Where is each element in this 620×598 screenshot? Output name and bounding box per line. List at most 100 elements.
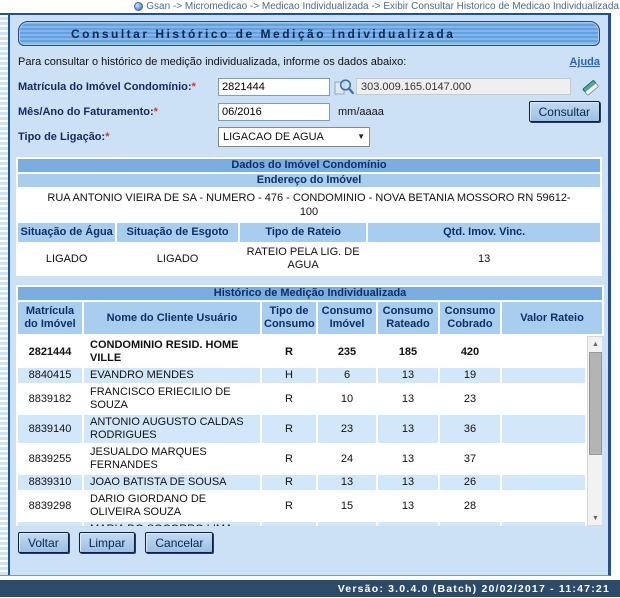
- historico-cell: FRANCISCO ERIECILIO DE SOUZA: [83, 384, 261, 414]
- historico-cell: 8839298: [17, 491, 83, 521]
- historico-cell: R: [261, 384, 317, 414]
- consultar-button[interactable]: Consultar: [529, 101, 600, 122]
- matricula-label: Matrícula do Imóvel Condomínio:*: [18, 81, 218, 93]
- historico-cell: 8839140: [17, 414, 83, 444]
- historico-cell: 10: [317, 384, 377, 414]
- page-title-bar: Consultar Histórico de Medição Individua…: [18, 21, 600, 46]
- col-consumo-imovel: Consumo Imóvel: [317, 301, 377, 335]
- historico-cell: 24: [317, 444, 377, 474]
- cancelar-button[interactable]: Cancelar: [145, 532, 213, 553]
- main-frame: Consultar Histórico de Medição Individua…: [0, 13, 611, 576]
- page-title: Consultar Histórico de Medição Individua…: [19, 27, 455, 41]
- col-qtd-imov-vinc: Qtd. Imov. Vinc.: [367, 222, 601, 243]
- col-tipo-rateio: Tipo de Rateio: [239, 222, 367, 243]
- historico-row: 2821444CONDOMINIO RESID. HOME VILLER2351…: [17, 337, 586, 367]
- historico-cell: 8839182: [17, 384, 83, 414]
- historico-cell: 23: [439, 384, 501, 414]
- historico-cell: R: [261, 414, 317, 444]
- historico-row: 8840296MARIA DO SOCORRO LIMA COSTAR19133…: [17, 521, 586, 526]
- version-text: Versão: 3.0.4.0 (Batch) 20/02/2017 - 11:…: [338, 583, 610, 595]
- historico-cell: 13: [377, 384, 439, 414]
- historico-cell: R: [261, 521, 317, 526]
- tipo-ligacao-select[interactable]: LIGACAO DE AGUA ▼: [218, 127, 370, 147]
- historico-cell: 13: [377, 521, 439, 526]
- historico-cell: 13: [317, 474, 377, 491]
- search-form: Matrícula do Imóvel Condomínio:* 303.009…: [16, 74, 602, 149]
- historico-cell: 8840296: [17, 521, 83, 526]
- historico-tbody: 2821444CONDOMINIO RESID. HOME VILLER2351…: [17, 337, 586, 526]
- inscricao-field: 303.009.165.0147.000: [356, 78, 571, 95]
- historico-row: 8839255JESUALDO MARQUES FERNANDESR241337: [17, 444, 586, 474]
- historico-cell: 8839310: [17, 474, 83, 491]
- action-buttons: Voltar Limpar Cancelar: [18, 532, 600, 553]
- historico-cell: MARIA DO SOCORRO LIMA COSTA: [83, 521, 261, 526]
- historico-cell: [501, 521, 586, 526]
- search-magnifier-icon[interactable]: [334, 78, 354, 96]
- historico-cell: 19: [317, 521, 377, 526]
- historico-cell: 13: [377, 491, 439, 521]
- historico-row: 8839140ANTONIO AUGUSTO CALDAS RODRIGUESR…: [17, 414, 586, 444]
- historico-header-table: Histórico de Medição Individualizada Mat…: [16, 285, 604, 336]
- dados-imovel-table: Dados do Imóvel Condomínio Endereço do I…: [16, 157, 602, 276]
- matricula-input[interactable]: [218, 78, 330, 96]
- historico-cell: JESUALDO MARQUES FERNANDES: [83, 444, 261, 474]
- historico-cell: 32: [439, 521, 501, 526]
- historico-cell: 28: [439, 491, 501, 521]
- gsan-ball-icon: [134, 2, 143, 11]
- historico-cell: 13: [377, 367, 439, 384]
- endereco-header: Endereço do Imóvel: [17, 173, 601, 188]
- historico-cell: R: [261, 337, 317, 367]
- voltar-button[interactable]: Voltar: [18, 532, 69, 553]
- historico-cell: 13: [377, 444, 439, 474]
- vertical-scrollbar[interactable]: ▲ ▼: [587, 336, 602, 526]
- breadcrumb-text[interactable]: Gsan -> Micromedicao -> Medicao Individu…: [146, 1, 619, 12]
- historico-cell: R: [261, 491, 317, 521]
- situacao-agua-value: LIGADO: [17, 243, 116, 275]
- ajuda-link[interactable]: Ajuda: [569, 56, 600, 68]
- historico-cell: 420: [439, 337, 501, 367]
- required-mark: *: [154, 106, 158, 118]
- eraser-icon[interactable]: [580, 78, 600, 96]
- historico-cell: EVANDRO MENDES: [83, 367, 261, 384]
- chevron-down-icon: ▼: [357, 132, 365, 141]
- qtd-imov-vinc-value: 13: [367, 243, 601, 275]
- historico-cell: 235: [317, 337, 377, 367]
- mes-ano-format-hint: mm/aaaa: [338, 106, 384, 118]
- historico-cell: [501, 444, 586, 474]
- scroll-down-icon[interactable]: ▼: [588, 511, 602, 525]
- page-content: Consultar Histórico de Medição Individua…: [10, 15, 608, 575]
- endereco-value: RUA ANTONIO VIEIRA DE SA - NUMERO - 476 …: [17, 188, 601, 222]
- historico-cell: ANTONIO AUGUSTO CALDAS RODRIGUES: [83, 414, 261, 444]
- breadcrumb[interactable]: Gsan -> Micromedicao -> Medicao Individu…: [0, 0, 620, 13]
- historico-cell: R: [261, 444, 317, 474]
- historico-cell: 185: [377, 337, 439, 367]
- intro-text: Para consultar o histórico de medição in…: [18, 56, 406, 68]
- historico-row: 8839182FRANCISCO ERIECILIO DE SOUZAR1013…: [17, 384, 586, 414]
- col-nome-cliente: Nome do Cliente Usuário: [83, 301, 261, 335]
- matricula-row: Matrícula do Imóvel Condomínio:* 303.009…: [16, 74, 602, 99]
- col-tipo-consumo: Tipo de Consumo: [261, 301, 317, 335]
- historico-cell: 2821444: [17, 337, 83, 367]
- historico-cell: 37: [439, 444, 501, 474]
- dados-imovel-title: Dados do Imóvel Condomínio: [17, 158, 601, 173]
- historico-row: 8839298DARIO GIORDANO DE OLIVEIRA SOUZAR…: [17, 491, 586, 521]
- mes-ano-input[interactable]: [218, 103, 330, 121]
- required-mark: *: [105, 131, 109, 143]
- historico-cell: [501, 491, 586, 521]
- tipo-ligacao-selected: LIGACAO DE AGUA: [223, 131, 324, 143]
- limpar-button[interactable]: Limpar: [79, 532, 136, 553]
- tipo-ligacao-label: Tipo de Ligação:*: [18, 131, 218, 143]
- footer-bar: Versão: 3.0.4.0 (Batch) 20/02/2017 - 11:…: [0, 580, 620, 597]
- historico-rows-table: 2821444CONDOMINIO RESID. HOME VILLER2351…: [16, 336, 587, 526]
- historico-row: 8840415EVANDRO MENDESH61319: [17, 367, 586, 384]
- historico-cell: 13: [377, 414, 439, 444]
- scrollbar-thumb[interactable]: [589, 352, 602, 455]
- historico-cell: 36: [439, 414, 501, 444]
- historico-cell: [501, 384, 586, 414]
- scroll-up-icon[interactable]: ▲: [588, 337, 602, 351]
- historico-cell: DARIO GIORDANO DE OLIVEIRA SOUZA: [83, 491, 261, 521]
- historico-cell: 8839255: [17, 444, 83, 474]
- historico-cell: 13: [377, 474, 439, 491]
- historico-cell: [501, 474, 586, 491]
- col-consumo-rateado: Consumo Rateado: [377, 301, 439, 335]
